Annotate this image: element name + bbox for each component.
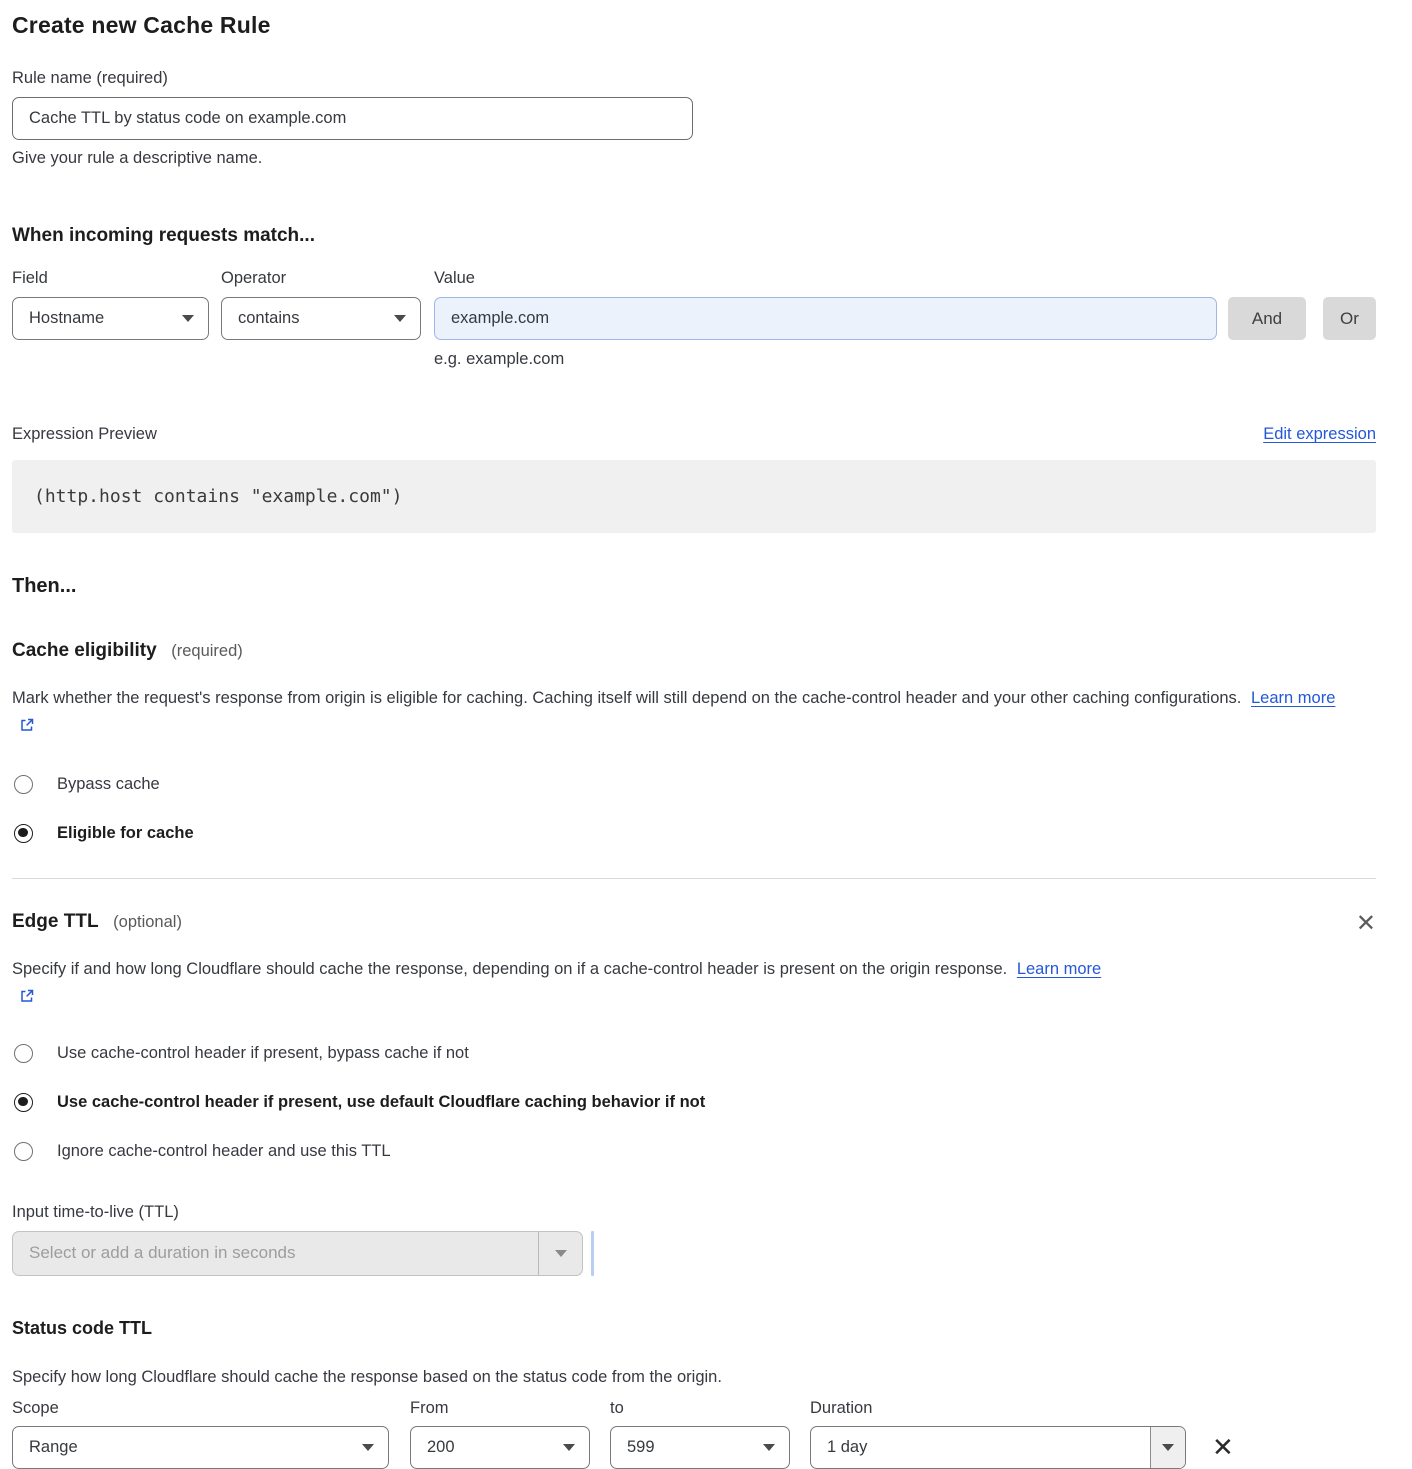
select-arrow-button[interactable] — [1150, 1427, 1185, 1468]
status-code-ttl-row: Scope Range From 200 to 599 Duration 1 d… — [12, 1399, 1376, 1469]
cache-eligibility-title: Cache eligibility — [12, 640, 157, 661]
cache-eligibility-description: Mark whether the request's response from… — [12, 684, 1357, 741]
radio-eligible-for-cache[interactable]: Eligible for cache — [12, 824, 1376, 843]
expression-code-text: (http.host contains "example.com") — [34, 486, 402, 507]
from-select-value: 200 — [427, 1438, 455, 1457]
or-button[interactable]: Or — [1323, 297, 1376, 340]
edge-ttl-description: Specify if and how long Cloudflare shoul… — [12, 955, 1122, 1012]
create-cache-rule-form: Create new Cache Rule Rule name (require… — [0, 0, 1412, 1469]
radio-circle-icon — [14, 1142, 33, 1161]
value-label: Value — [434, 269, 1217, 288]
radio-circle-icon — [14, 775, 33, 794]
to-select-value: 599 — [627, 1438, 655, 1457]
rule-name-help: Give your rule a descriptive name. — [12, 149, 1376, 168]
select-arrow-button[interactable] — [538, 1232, 582, 1275]
operator-label: Operator — [221, 269, 421, 288]
page-title: Create new Cache Rule — [12, 12, 1376, 39]
scope-select-value: Range — [29, 1438, 78, 1457]
chevron-down-icon — [182, 315, 194, 322]
remove-row-icon[interactable]: ✕ — [1212, 1433, 1234, 1463]
duration-label: Duration — [810, 1399, 1186, 1418]
match-row: Field Hostname Operator contains Value A… — [12, 269, 1376, 340]
status-code-ttl-title: Status code TTL — [12, 1318, 1376, 1339]
expression-preview-label: Expression Preview — [12, 425, 157, 444]
value-help: e.g. example.com — [434, 350, 1376, 369]
chevron-down-icon — [394, 315, 406, 322]
radio-ttl-default-behavior[interactable]: Use cache-control header if present, use… — [12, 1093, 1376, 1112]
ttl-duration-placeholder: Select or add a duration in seconds — [13, 1232, 538, 1275]
ttl-duration-select[interactable]: Select or add a duration in seconds — [12, 1231, 583, 1276]
scope-label: Scope — [12, 1399, 389, 1418]
duration-select[interactable]: 1 day — [810, 1426, 1186, 1469]
then-heading: Then... — [12, 575, 1376, 598]
field-select-value: Hostname — [29, 309, 104, 328]
expression-preview-code: (http.host contains "example.com") — [12, 460, 1376, 533]
chevron-down-icon — [1162, 1444, 1174, 1451]
section-divider — [12, 878, 1376, 879]
duration-select-value: 1 day — [811, 1427, 1150, 1468]
chevron-down-icon — [763, 1444, 775, 1451]
radio-ttl-bypass-if-not[interactable]: Use cache-control header if present, byp… — [12, 1044, 1376, 1063]
edit-expression-link[interactable]: Edit expression — [1263, 425, 1376, 444]
radio-bypass-cache[interactable]: Bypass cache — [12, 775, 1376, 794]
external-link-icon — [19, 717, 35, 733]
rule-name-label: Rule name (required) — [12, 69, 1376, 88]
rule-name-input[interactable] — [12, 97, 693, 140]
from-select[interactable]: 200 — [410, 1426, 590, 1469]
chevron-down-icon — [362, 1444, 374, 1451]
external-link-icon — [19, 988, 35, 1004]
cache-eligibility-required-tag: (required) — [171, 642, 243, 660]
operator-select-value: contains — [238, 309, 299, 328]
field-select[interactable]: Hostname — [12, 297, 209, 340]
edge-ttl-optional-tag: (optional) — [113, 913, 182, 931]
radio-ttl-ignore-header[interactable]: Ignore cache-control header and use this… — [12, 1142, 1376, 1161]
cache-eligibility-learn-more-link[interactable]: Learn more — [1251, 689, 1335, 707]
to-label: to — [610, 1399, 790, 1418]
edge-ttl-learn-more-link[interactable]: Learn more — [1017, 960, 1101, 978]
chevron-down-icon — [555, 1250, 567, 1257]
focus-caret-bar — [591, 1231, 594, 1276]
edge-ttl-title: Edge TTL — [12, 911, 99, 932]
operator-select[interactable]: contains — [221, 297, 421, 340]
radio-circle-checked-icon — [14, 1093, 33, 1112]
status-code-ttl-description: Specify how long Cloudflare should cache… — [12, 1363, 1357, 1391]
radio-circle-icon — [14, 1044, 33, 1063]
chevron-down-icon — [563, 1444, 575, 1451]
field-label: Field — [12, 269, 209, 288]
radio-circle-checked-icon — [14, 824, 33, 843]
match-heading: When incoming requests match... — [12, 225, 1376, 247]
ttl-input-label: Input time-to-live (TTL) — [12, 1203, 1376, 1222]
scope-select[interactable]: Range — [12, 1426, 389, 1469]
to-select[interactable]: 599 — [610, 1426, 790, 1469]
value-input[interactable] — [434, 297, 1217, 340]
edge-ttl-close-icon[interactable]: ✕ — [1356, 911, 1376, 935]
from-label: From — [410, 1399, 590, 1418]
and-button[interactable]: And — [1228, 297, 1306, 340]
